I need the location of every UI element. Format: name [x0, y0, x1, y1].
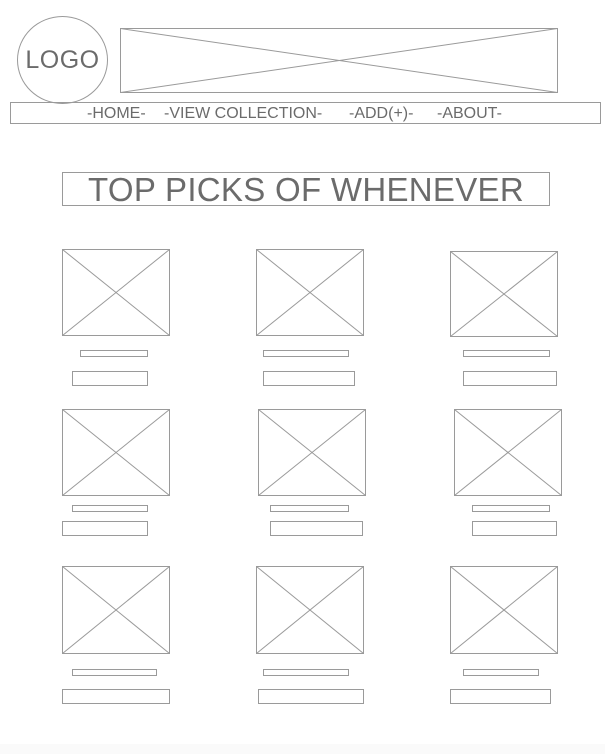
- card-button-placeholder[interactable]: [263, 371, 355, 386]
- card-image-placeholder[interactable]: [454, 409, 562, 496]
- page-title: TOP PICKS OF WHENEVER: [62, 172, 550, 207]
- card-button-placeholder[interactable]: [258, 689, 364, 704]
- card-button-placeholder[interactable]: [270, 521, 363, 536]
- card-image-placeholder[interactable]: [62, 566, 170, 654]
- card-button-placeholder[interactable]: [472, 521, 557, 536]
- card-caption-placeholder: [463, 669, 539, 676]
- banner-image-placeholder: [120, 28, 558, 93]
- page-bottom-edge: [0, 744, 605, 754]
- card-image-placeholder[interactable]: [62, 249, 170, 336]
- nav-bar: -HOME- -VIEW COLLECTION- -ADD(+)- -ABOUT…: [10, 102, 601, 124]
- card-image-placeholder[interactable]: [450, 251, 558, 337]
- card-image-placeholder[interactable]: [62, 409, 170, 496]
- nav-about[interactable]: -ABOUT-: [437, 105, 502, 123]
- card-caption-placeholder: [472, 505, 550, 512]
- nav-add[interactable]: -ADD(+)-: [349, 105, 413, 123]
- card-button-placeholder[interactable]: [72, 371, 148, 386]
- logo-text: LOGO: [25, 45, 100, 74]
- card-image-placeholder[interactable]: [256, 249, 364, 336]
- card-button-placeholder[interactable]: [463, 371, 557, 386]
- card-caption-placeholder: [80, 350, 148, 357]
- logo[interactable]: LOGO: [17, 16, 108, 104]
- card-caption-placeholder: [263, 350, 349, 357]
- card-image-placeholder[interactable]: [258, 409, 366, 496]
- card-caption-placeholder: [270, 505, 349, 512]
- card-caption-placeholder: [463, 350, 550, 357]
- card-button-placeholder[interactable]: [450, 689, 551, 704]
- card-caption-placeholder: [263, 669, 349, 676]
- nav-home[interactable]: -HOME-: [87, 105, 146, 123]
- nav-view-collection[interactable]: -VIEW COLLECTION-: [164, 105, 322, 123]
- card-image-placeholder[interactable]: [450, 566, 558, 654]
- card-caption-placeholder: [72, 505, 148, 512]
- card-button-placeholder[interactable]: [62, 689, 170, 704]
- card-button-placeholder[interactable]: [62, 521, 148, 536]
- card-image-placeholder[interactable]: [256, 566, 364, 654]
- card-caption-placeholder: [72, 669, 157, 676]
